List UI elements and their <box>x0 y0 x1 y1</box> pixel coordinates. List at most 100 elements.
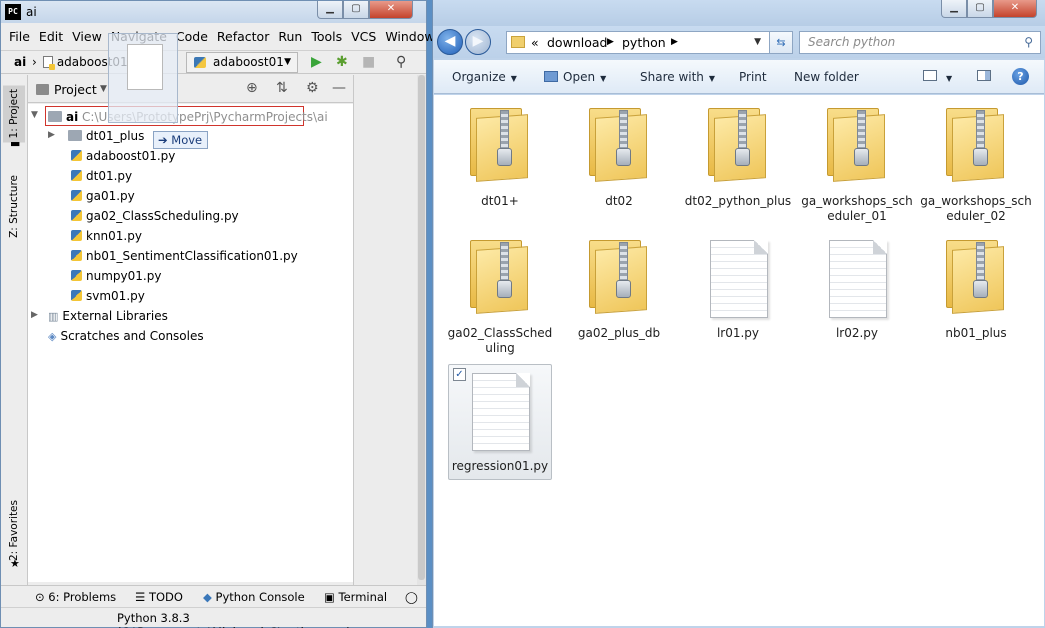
run-icon[interactable]: ▶ <box>311 55 322 69</box>
chevron-down-icon[interactable]: ▼ <box>946 70 952 84</box>
new-folder-button[interactable]: New folder <box>794 70 859 84</box>
list-item[interactable]: lr02.py <box>801 232 913 341</box>
tab-problems[interactable]: ⊙ 6: Problems <box>35 590 116 604</box>
tab-terminal[interactable]: ▣ Terminal <box>324 590 387 604</box>
list-item[interactable]: ga02_plus_db <box>563 232 675 341</box>
explorer-navigation: ◀ ▶ « download ▶ python ▶ ▼ ⇆ Search pyt… <box>433 26 1045 58</box>
close-button[interactable]: ✕ <box>369 1 413 19</box>
item-label: ga_workshops_scheduler_02 <box>920 194 1032 223</box>
run-configuration-select[interactable]: adaboost01 ▼ <box>186 52 298 73</box>
chevron-down-icon: ▼ <box>600 74 607 83</box>
tree-file[interactable]: svm01.py <box>71 286 145 306</box>
pycharm-titlebar[interactable]: PC ai ▁ ▢ ✕ <box>1 1 426 23</box>
open-button[interactable]: Open ▼ <box>544 70 606 84</box>
list-item[interactable]: ga_workshops_scheduler_01 <box>801 100 913 224</box>
tab-project[interactable]: 1: Project <box>3 85 25 143</box>
list-item-selected[interactable]: ✓ regression01.py <box>448 364 552 480</box>
file-label: numpy01.py <box>86 269 162 283</box>
tab-python-console[interactable]: ◆ Python Console <box>203 590 305 604</box>
search-icon[interactable]: ⚲ <box>396 55 406 69</box>
list-item[interactable]: dt02_python_plus <box>682 100 794 209</box>
refresh-icon[interactable]: ⇆ <box>769 31 793 54</box>
list-item[interactable]: ga_workshops_scheduler_02 <box>920 100 1032 224</box>
python-icon <box>194 57 206 68</box>
list-item[interactable]: dt01+ <box>444 100 556 209</box>
address-chevron-icon[interactable]: ▶ <box>607 32 614 53</box>
organize-button[interactable]: Organize ▼ <box>452 70 517 84</box>
change-view-icon[interactable] <box>923 70 937 81</box>
expanded-arrow-icon[interactable]: ▼ <box>31 110 38 120</box>
menu-run[interactable]: Run <box>269 27 302 47</box>
todo-icon: ☰ <box>135 590 146 604</box>
tree-file[interactable]: nb01_SentimentClassification01.py <box>71 246 298 266</box>
menu-view[interactable]: View <box>63 27 102 47</box>
menu-refactor[interactable]: Refactor <box>208 27 269 47</box>
scrollbar-thumb[interactable] <box>418 75 425 580</box>
tab-todo[interactable]: ☰ TODO <box>135 590 183 604</box>
tree-file[interactable]: numpy01.py <box>71 266 161 286</box>
locate-icon[interactable]: ⊕ <box>246 80 258 96</box>
tree-scratches[interactable]: ◈ Scratches and Consoles <box>48 326 204 346</box>
menu-vcs[interactable]: VCS <box>342 27 376 47</box>
menu-file[interactable]: File <box>1 27 30 47</box>
preview-pane-icon[interactable] <box>977 70 991 81</box>
breadcrumb-root[interactable]: ai <box>14 55 26 69</box>
list-item[interactable]: dt02 <box>563 100 675 209</box>
help-icon[interactable]: ? <box>1012 68 1029 85</box>
list-item[interactable]: lr01.py <box>682 232 794 341</box>
chevron-down-icon[interactable]: ▼ <box>100 84 107 94</box>
list-item[interactable]: ga02_ClassScheduling <box>444 232 556 356</box>
minimize-button[interactable]: ▁ <box>317 1 343 19</box>
back-arrow-icon[interactable]: ◀ <box>437 29 463 55</box>
command-bar: Organize ▼ Open ▼ Share with ▼ Print New fo… <box>434 60 1044 94</box>
checkbox-checked-icon[interactable]: ✓ <box>453 368 466 381</box>
address-segment-python[interactable]: python <box>622 32 666 53</box>
zip-folder-icon <box>946 108 1008 182</box>
menu-tools[interactable]: Tools <box>302 27 342 47</box>
print-button[interactable]: Print <box>739 70 767 84</box>
menu-edit[interactable]: Edit <box>30 27 63 47</box>
forward-arrow-icon[interactable]: ▶ <box>465 29 491 55</box>
tab-favorites[interactable]: 2: Favorites <box>8 500 20 561</box>
file-label: nb01_SentimentClassification01.py <box>86 249 298 263</box>
window-title: ai <box>26 5 37 19</box>
tree-file[interactable]: ga02_ClassScheduling.py <box>71 206 239 226</box>
zip-folder-icon <box>589 108 651 182</box>
address-dropdown-icon[interactable]: ▼ <box>754 32 761 53</box>
event-log-icon[interactable]: ◯ <box>405 590 418 604</box>
search-input[interactable]: Search python ⚲ <box>799 31 1041 54</box>
gear-icon[interactable]: ⚙ <box>306 80 319 96</box>
tab-structure[interactable]: Z: Structure <box>8 175 20 238</box>
collapsed-arrow-icon[interactable]: ▶ <box>48 130 55 140</box>
address-bar[interactable]: « download ▶ python ▶ ▼ <box>506 31 792 54</box>
tree-external-libraries[interactable]: ▥ External Libraries <box>48 306 168 326</box>
address-chevron-icon[interactable]: ▶ <box>671 32 678 53</box>
list-item[interactable]: nb01_plus <box>920 232 1032 341</box>
file-label: ga01.py <box>86 189 135 203</box>
search-icon[interactable]: ⚲ <box>1024 32 1033 53</box>
debug-icon[interactable]: ✱ <box>336 55 348 69</box>
collapsed-arrow-icon[interactable]: ▶ <box>31 310 38 320</box>
hide-icon[interactable]: — <box>332 80 346 96</box>
tree-file[interactable]: dt01.py <box>71 166 132 186</box>
vertical-scrollbar[interactable] <box>417 75 426 585</box>
explorer-titlebar[interactable]: ▁ ▢ ✕ <box>433 0 1045 26</box>
address-overflow[interactable]: « <box>531 32 539 53</box>
share-with-button[interactable]: Share with ▼ <box>640 70 715 84</box>
close-button[interactable]: ✕ <box>993 0 1037 18</box>
address-segment-download[interactable]: download <box>547 32 607 53</box>
tree-file[interactable]: knn01.py <box>71 226 142 246</box>
tree-file[interactable]: ga01.py <box>71 186 135 206</box>
tree-file[interactable]: adaboost01.py <box>71 146 175 166</box>
tree-folder[interactable]: dt01_plus <box>68 126 144 146</box>
stop-icon[interactable]: ■ <box>362 55 375 69</box>
collapse-icon[interactable]: ⇅ <box>276 80 288 96</box>
zip-folder-icon <box>470 240 532 314</box>
project-panel-title[interactable]: Project <box>54 82 97 97</box>
maximize-button[interactable]: ▢ <box>967 0 993 18</box>
menu-window[interactable]: Window <box>376 27 434 47</box>
maximize-button[interactable]: ▢ <box>343 1 369 19</box>
minimize-button[interactable]: ▁ <box>941 0 967 18</box>
interpreter-status[interactable]: Python 3.8.3 (C:\Program...ta\Miniconda3… <box>117 611 426 628</box>
item-label: regression01.py <box>451 459 549 473</box>
